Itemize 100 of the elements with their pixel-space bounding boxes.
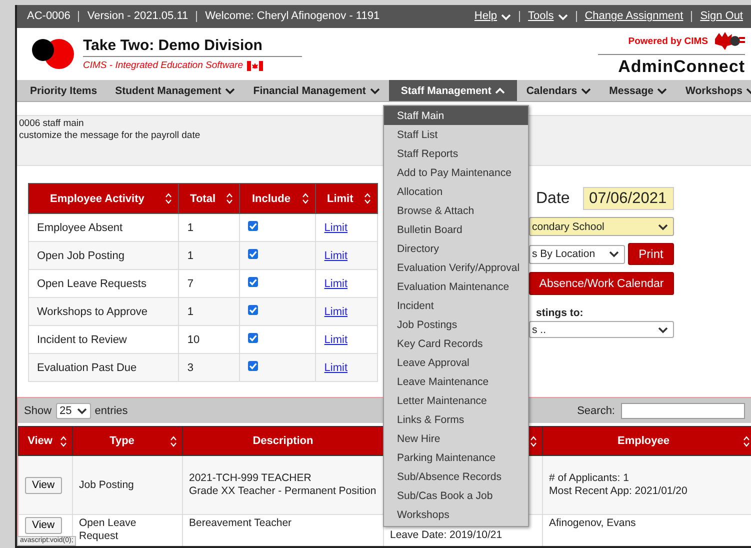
checkbox[interactable] xyxy=(248,249,258,259)
view-button[interactable]: View xyxy=(25,476,62,494)
dropdown-link[interactable]: Tools xyxy=(519,11,576,22)
menu-item[interactable]: Job Postings xyxy=(384,315,528,334)
link[interactable]: Sign Out xyxy=(691,11,743,22)
checkbox[interactable] xyxy=(248,277,258,287)
sort-icon xyxy=(302,193,310,204)
caret-icon xyxy=(558,12,568,20)
limit-link[interactable]: Limit xyxy=(324,222,348,234)
division-title: Take Two: Demo Division xyxy=(83,37,302,57)
table-cell: Job Posting xyxy=(72,456,182,514)
limit-link[interactable]: Limit xyxy=(324,306,348,318)
table-cell: Open Job Posting xyxy=(28,242,179,270)
checkbox[interactable] xyxy=(248,305,258,315)
page-size-dropdown[interactable]: 25 xyxy=(56,402,91,418)
limit-link[interactable]: Limit xyxy=(324,334,348,346)
checkbox[interactable] xyxy=(248,221,258,231)
menu-item[interactable]: Key Card Records xyxy=(384,334,528,353)
sort-icon xyxy=(530,436,537,446)
menu-item[interactable]: Workshops xyxy=(384,505,528,524)
logo-icon xyxy=(29,38,75,70)
dropdown-link[interactable]: Help xyxy=(466,11,520,22)
column-header[interactable]: Employee Activity xyxy=(28,184,179,214)
school-dropdown[interactable]: condary School xyxy=(529,217,674,236)
nav-menu-item[interactable]: Student Management xyxy=(106,80,244,101)
table-cell: Workshops to Approve xyxy=(28,298,179,326)
menu-item[interactable]: Incident xyxy=(384,296,528,315)
checkbox[interactable] xyxy=(248,361,258,371)
column-header[interactable]: Limit xyxy=(316,184,378,214)
nav-menu-item[interactable]: Staff Management xyxy=(388,80,518,101)
subtitle: CIMS - Integrated Education Software xyxy=(83,60,243,71)
print-button[interactable]: Print xyxy=(628,243,674,265)
message-text: 0006 staff main xyxy=(19,118,84,130)
view-button[interactable]: View xyxy=(25,517,62,534)
cell-text: Leave Date: 2019/10/21 xyxy=(390,529,504,542)
caret-icon xyxy=(495,86,506,94)
column-header[interactable]: Type xyxy=(72,426,182,456)
info-text: AC-0006 xyxy=(27,11,72,22)
menu-item[interactable]: Sub/Cas Book a Job xyxy=(384,486,528,505)
sort-icon xyxy=(170,436,177,446)
menu-item[interactable]: Evaluation Verify/Approval xyxy=(384,258,528,277)
cell-text: Bereavement Teacher xyxy=(189,517,293,530)
column-header[interactable]: Include xyxy=(240,184,316,214)
table-cell: Evaluation Past Due xyxy=(28,354,179,382)
menu-item[interactable]: Bulletin Board xyxy=(384,220,528,239)
column-header[interactable]: Description xyxy=(182,426,384,456)
checkbox[interactable] xyxy=(248,333,258,343)
nav-menu-item[interactable]: Message xyxy=(600,80,676,101)
sort-icon xyxy=(226,193,234,204)
menu-item[interactable]: Parking Maintenance xyxy=(384,448,528,467)
menu-item[interactable]: New Hire xyxy=(384,429,528,448)
menu-item[interactable]: Leave Approval xyxy=(384,353,528,372)
menu-item[interactable]: Browse & Attach xyxy=(384,201,528,220)
sort-icon xyxy=(743,436,750,446)
menu-item[interactable]: Staff Main xyxy=(384,106,528,125)
menu-item[interactable]: Leave Maintenance xyxy=(384,372,528,391)
canada-flag-icon xyxy=(247,60,263,70)
menu-item[interactable]: Allocation xyxy=(384,182,528,201)
search-field[interactable] xyxy=(621,402,745,418)
postings-dropdown[interactable]: s .. xyxy=(529,321,674,338)
menu-item[interactable]: Letter Maintenance xyxy=(384,391,528,410)
menu-item[interactable]: Links & Forms xyxy=(384,410,528,429)
caret-icon xyxy=(501,12,512,20)
entries-label: entries xyxy=(94,404,128,416)
menu-item[interactable]: Add to Pay Maintenance xyxy=(384,163,528,182)
nav-menu-item[interactable]: Workshops xyxy=(676,80,751,101)
calendar-button[interactable]: Absence/Work Calendar xyxy=(529,272,674,295)
info-text: Version - 2021.05.11 xyxy=(78,11,196,22)
table-cell: 1 xyxy=(178,242,240,270)
cell-text: 2021-TCH-999 TEACHER xyxy=(189,472,312,485)
column-header[interactable]: Employee xyxy=(542,426,751,456)
powered-by-text: Powered by CIMS xyxy=(628,36,708,46)
cell-text: Afinogenov, Evans xyxy=(549,517,637,530)
limit-link[interactable]: Limit xyxy=(324,362,348,374)
product-name: AdminConnect xyxy=(618,57,745,77)
message-text: customize the message for the payroll date xyxy=(19,130,200,142)
caret-icon xyxy=(581,86,592,94)
column-header[interactable]: Total xyxy=(178,184,240,214)
caret-icon xyxy=(609,250,619,258)
menu-item[interactable]: Staff List xyxy=(384,125,528,144)
menu-item[interactable]: Staff Reports xyxy=(384,144,528,163)
nav-menu-item[interactable]: Financial Management xyxy=(244,80,389,101)
menu-item[interactable]: Directory xyxy=(384,239,528,258)
column-header[interactable]: View xyxy=(18,426,72,456)
limit-link[interactable]: Limit xyxy=(324,278,348,290)
menu-item[interactable]: Evaluation Maintenance xyxy=(384,277,528,296)
menu-item[interactable]: Sub/Absence Records xyxy=(384,467,528,486)
table-cell: 3 xyxy=(178,354,240,382)
report-dropdown[interactable]: s By Location xyxy=(529,244,625,264)
show-label: Show xyxy=(24,404,52,416)
limit-link[interactable]: Limit xyxy=(324,250,348,262)
cell-text: Most Recent App: 2021/01/20 xyxy=(549,485,688,498)
caret-icon xyxy=(657,86,668,94)
nav-menu-item[interactable]: Calendars xyxy=(517,80,600,101)
sort-icon xyxy=(60,436,67,446)
link[interactable]: Change Assignment xyxy=(576,11,692,22)
cims-logo-icon xyxy=(713,31,745,51)
caret-icon xyxy=(658,326,668,334)
nav-menu-item[interactable]: Priority Items xyxy=(21,80,106,101)
date-field[interactable]: 07/06/2021 xyxy=(583,187,674,210)
